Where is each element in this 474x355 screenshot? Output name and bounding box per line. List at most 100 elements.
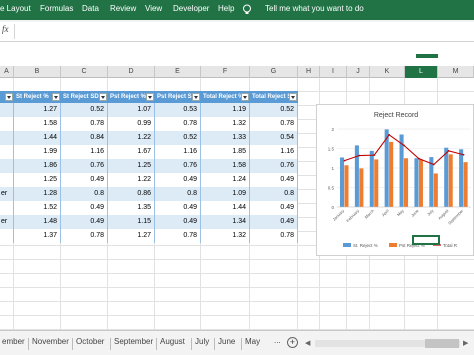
table-cell[interactable]: 1.19 xyxy=(201,103,250,117)
table-cell[interactable]: 0.76 xyxy=(61,159,108,173)
table-cell[interactable]: 1.16 xyxy=(250,145,298,159)
table-cell[interactable]: 1.35 xyxy=(108,201,155,215)
column-header-c[interactable]: C xyxy=(61,66,108,78)
table-cell[interactable]: 0.78 xyxy=(61,229,108,243)
table-cell[interactable] xyxy=(0,229,14,243)
reject-record-chart[interactable]: Reject Record 0 0.5 1 1.5 2 January February Mar… xyxy=(316,104,474,256)
filter-dropdown-icon[interactable] xyxy=(192,93,200,101)
table-cell[interactable]: 0.52 xyxy=(250,103,298,117)
sheet-tab-october[interactable]: October xyxy=(76,337,104,346)
column-header-h[interactable]: H xyxy=(298,66,320,78)
table-cell[interactable]: 0.49 xyxy=(155,173,201,187)
table-cell[interactable]: 0.54 xyxy=(250,131,298,145)
table-cell[interactable]: 0.99 xyxy=(108,117,155,131)
column-header-k[interactable]: K xyxy=(370,66,405,78)
table-cell[interactable] xyxy=(0,159,14,173)
table-cell[interactable]: 0.86 xyxy=(108,187,155,201)
table-cell[interactable]: 0.49 xyxy=(155,215,201,229)
active-cell-selection[interactable] xyxy=(412,235,440,245)
scroll-thumb[interactable] xyxy=(425,339,459,348)
table-cell[interactable]: 0.78 xyxy=(250,229,298,243)
table-cell[interactable]: 1.52 xyxy=(14,201,61,215)
horizontal-scrollbar[interactable]: ◀ ▶ xyxy=(305,338,470,349)
scroll-right-icon[interactable]: ▶ xyxy=(463,339,468,347)
table-cell[interactable]: 1.07 xyxy=(108,103,155,117)
filter-dropdown-icon[interactable] xyxy=(146,93,154,101)
table-cell[interactable]: 1.44 xyxy=(201,201,250,215)
table-header-cell[interactable]: Total Reject SD xyxy=(250,91,298,103)
table-header-cell[interactable]: Pst Reject % xyxy=(108,91,155,103)
table-cell[interactable]: 1.22 xyxy=(108,131,155,145)
column-header-g[interactable]: G xyxy=(250,66,298,78)
table-cell[interactable]: 1.58 xyxy=(14,117,61,131)
table-cell[interactable]: 0.49 xyxy=(250,215,298,229)
table-cell[interactable]: 0.52 xyxy=(61,103,108,117)
table-cell[interactable]: 0.8 xyxy=(250,187,298,201)
sheet-tab-september[interactable]: September xyxy=(114,337,153,346)
table-cell[interactable]: 1.27 xyxy=(108,229,155,243)
table-cell[interactable]: 0.49 xyxy=(250,173,298,187)
table-cell[interactable]: 0.78 xyxy=(155,117,201,131)
table-cell[interactable]: 0.49 xyxy=(250,201,298,215)
column-header-b[interactable]: B xyxy=(14,66,61,78)
table-cell[interactable] xyxy=(0,201,14,215)
table-cell[interactable]: 1.27 xyxy=(14,103,61,117)
column-header-d[interactable]: D xyxy=(108,66,155,78)
filter-dropdown-icon[interactable] xyxy=(52,93,60,101)
tab-view[interactable]: View xyxy=(145,4,162,13)
formula-input[interactable] xyxy=(14,24,472,39)
table-header-cell[interactable]: St Reject SD xyxy=(61,91,108,103)
table-header-cell[interactable] xyxy=(0,91,14,103)
table-cell[interactable]: er xyxy=(0,187,14,201)
sheet-tab-may[interactable]: May xyxy=(245,337,260,346)
add-sheet-button[interactable]: + xyxy=(287,337,298,348)
table-cell[interactable]: er xyxy=(0,215,14,229)
sheet-tab-june[interactable]: June xyxy=(218,337,235,346)
column-header-f[interactable]: F xyxy=(201,66,250,78)
filter-dropdown-icon[interactable] xyxy=(289,93,297,101)
table-cell[interactable] xyxy=(0,131,14,145)
table-cell[interactable]: 1.58 xyxy=(201,159,250,173)
tab-page-layout[interactable]: e Layout xyxy=(0,4,31,13)
table-cell[interactable]: 0.49 xyxy=(155,201,201,215)
table-cell[interactable] xyxy=(0,117,14,131)
fx-icon[interactable]: fx xyxy=(2,24,9,34)
table-header-cell[interactable]: Pst Reject SD xyxy=(155,91,201,103)
tell-me-search[interactable]: Tell me what you want to do xyxy=(265,4,364,13)
sheet-tab-july[interactable]: July xyxy=(195,337,209,346)
filter-dropdown-icon[interactable] xyxy=(99,93,107,101)
table-cell[interactable]: 1.32 xyxy=(201,117,250,131)
table-cell[interactable]: 1.33 xyxy=(201,131,250,145)
table-cell[interactable] xyxy=(0,145,14,159)
filter-dropdown-icon[interactable] xyxy=(241,93,249,101)
table-cell[interactable]: 0.49 xyxy=(61,215,108,229)
table-cell[interactable]: 0.52 xyxy=(155,131,201,145)
table-cell[interactable]: 1.86 xyxy=(14,159,61,173)
filter-dropdown-icon[interactable] xyxy=(5,93,13,101)
sheet-tab-ember[interactable]: ember xyxy=(2,337,25,346)
column-header-a[interactable]: A xyxy=(0,66,14,78)
table-header-cell[interactable]: St Reject % xyxy=(14,91,61,103)
lightbulb-icon[interactable] xyxy=(240,3,254,17)
column-header-l[interactable]: L xyxy=(405,66,438,78)
table-cell[interactable]: 0.78 xyxy=(155,229,201,243)
tab-formulas[interactable]: Formulas xyxy=(40,4,73,13)
table-header-cell[interactable]: Total Reject % xyxy=(201,91,250,103)
table-cell[interactable]: 1.37 xyxy=(14,229,61,243)
table-cell[interactable]: 0.53 xyxy=(155,103,201,117)
table-cell[interactable]: 1.99 xyxy=(14,145,61,159)
tab-developer[interactable]: Developer xyxy=(173,4,209,13)
table-cell[interactable]: 0.76 xyxy=(250,159,298,173)
table-cell[interactable]: 1.48 xyxy=(14,215,61,229)
sheet-tab-november[interactable]: November xyxy=(32,337,69,346)
tab-help[interactable]: Help xyxy=(218,4,234,13)
scroll-left-icon[interactable]: ◀ xyxy=(305,339,310,347)
table-cell[interactable]: 1.16 xyxy=(61,145,108,159)
table-cell[interactable]: 1.22 xyxy=(108,173,155,187)
table-cell[interactable]: 0.49 xyxy=(61,201,108,215)
column-header-j[interactable]: J xyxy=(347,66,370,78)
column-header-i[interactable]: I xyxy=(320,66,347,78)
table-cell[interactable]: 1.67 xyxy=(108,145,155,159)
column-header-e[interactable]: E xyxy=(155,66,201,78)
table-cell[interactable]: 0.84 xyxy=(61,131,108,145)
